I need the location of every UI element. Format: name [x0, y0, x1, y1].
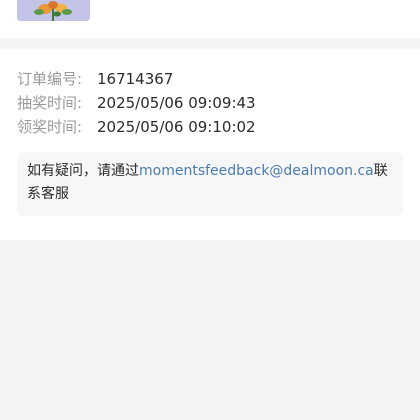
draw-time-row: 抽奖时间: 2025/05/06 09:09:43: [17, 92, 256, 114]
notice-prefix: 如有疑问，请通过: [27, 163, 139, 179]
draw-time-label: 抽奖时间:: [17, 94, 83, 112]
draw-time-value: 2025/05/06 09:09:43: [97, 94, 256, 112]
support-notice-text: 如有疑问，请通过momentsfeedback@dealmoon.ca联系客服: [27, 160, 397, 206]
flower-bouquet-icon: [17, 0, 90, 21]
claim-time-label: 领奖时间:: [17, 118, 83, 136]
support-email-link[interactable]: momentsfeedback@dealmoon.ca: [139, 163, 374, 179]
order-detail-page: 订单编号: 16714367 抽奖时间: 2025/05/06 09:09:43 领…: [0, 0, 420, 420]
claim-time-row: 领奖时间: 2025/05/06 09:10:02: [17, 116, 256, 138]
order-number-label: 订单编号:: [17, 70, 83, 88]
order-details-card: 订单编号: 16714367 抽奖时间: 2025/05/06 09:09:43 领…: [0, 49, 420, 240]
claim-time-value: 2025/05/06 09:10:02: [97, 118, 256, 136]
prize-image[interactable]: [17, 0, 90, 21]
support-notice: 如有疑问，请通过momentsfeedback@dealmoon.ca联系客服: [17, 152, 403, 216]
prize-card: [0, 0, 420, 38]
order-number-row: 订单编号: 16714367: [17, 68, 173, 90]
order-number-value: 16714367: [97, 70, 174, 88]
